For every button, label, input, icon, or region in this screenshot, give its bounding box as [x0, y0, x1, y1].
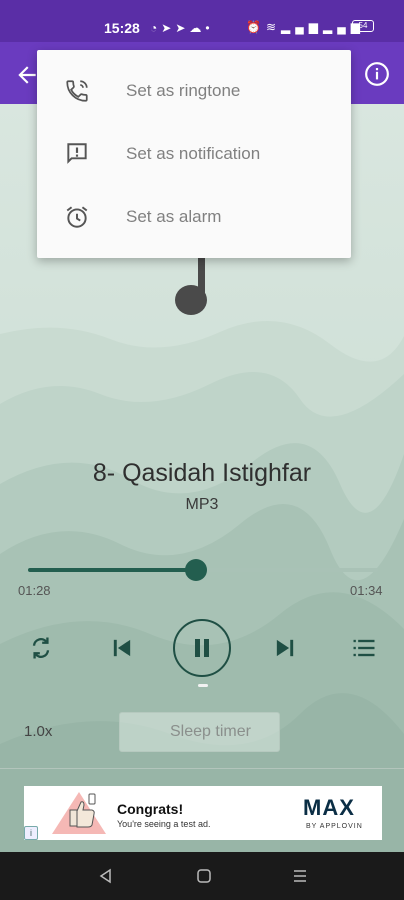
ad-brand-sub: BY APPLOVIN [306, 823, 363, 830]
ad-subtitle: You're seeing a test ad. [117, 819, 211, 829]
sleep-timer-label: Sleep timer [170, 723, 251, 740]
nav-recents-icon[interactable] [290, 866, 310, 886]
pause-button[interactable] [173, 619, 231, 677]
pause-icon [195, 639, 209, 657]
cloud-icon: ☁ [189, 21, 206, 35]
dot-icon: • [205, 21, 214, 35]
moon-icon [143, 724, 152, 740]
system-nav-bar [0, 852, 404, 900]
telegram-icon: ➤ [175, 21, 190, 35]
whatsapp-icon: ◔ [150, 21, 162, 35]
alarm-icon: ⏰ [246, 20, 266, 34]
nav-home-icon[interactable] [194, 866, 214, 886]
current-time: 01:28 [18, 583, 51, 598]
menu-item-set-ringtone[interactable]: Set as ringtone [37, 60, 351, 122]
nav-back-icon[interactable] [96, 866, 116, 886]
ringtone-options-menu: Set as ringtone Set as notification Set … [37, 50, 351, 258]
track-title: 8- Qasidah Istighfar [92, 459, 312, 487]
menu-item-set-alarm[interactable]: Set as alarm [37, 186, 351, 248]
track-format: MP3 [185, 496, 219, 513]
page-indicator [198, 684, 208, 687]
next-track-icon[interactable] [271, 634, 299, 662]
total-time: 01:34 [350, 583, 383, 598]
seek-bar[interactable] [28, 559, 378, 581]
sleep-timer-button[interactable]: Sleep timer [119, 712, 280, 752]
menu-item-label: Set as notification [126, 144, 261, 163]
adchoices-icon[interactable]: i [24, 826, 38, 840]
previous-track-icon[interactable] [108, 634, 136, 662]
menu-item-label: Set as alarm [126, 207, 222, 226]
wifi-icon: ≋ [265, 20, 282, 34]
battery-indicator: 54 [352, 20, 374, 32]
status-time: 15:28 [104, 20, 140, 36]
seek-thumb[interactable] [185, 559, 207, 581]
divider [0, 768, 404, 769]
thumbs-up-illustration [52, 792, 106, 834]
ad-banner[interactable]: Congrats! You're seeing a test ad. MAX B… [24, 786, 382, 840]
playback-speed[interactable]: 1.0x [24, 723, 52, 740]
info-icon[interactable] [364, 61, 390, 87]
seek-progress [28, 568, 196, 572]
status-bar: 15:28 ◔➤➤☁• ⏰≋▂▄▆▂▄▆ 54 [0, 0, 404, 42]
ad-brand: MAX [303, 795, 355, 820]
music-note-icon [175, 258, 207, 315]
notification-message-icon [67, 143, 87, 164]
alarm-clock-icon [66, 206, 88, 228]
signal-icon: ▂▄▆ [281, 20, 323, 34]
telegram-icon: ➤ [161, 21, 176, 35]
playlist-icon[interactable] [350, 634, 378, 662]
menu-item-label: Set as ringtone [126, 81, 241, 100]
menu-item-set-notification[interactable]: Set as notification [37, 123, 351, 185]
notification-icons: ◔➤➤☁• [150, 21, 214, 35]
repeat-icon[interactable] [27, 634, 55, 662]
ad-title: Congrats! [117, 801, 184, 817]
phone-ringtone-icon [66, 80, 88, 102]
system-icons: ⏰≋▂▄▆▂▄▆ [246, 20, 365, 34]
